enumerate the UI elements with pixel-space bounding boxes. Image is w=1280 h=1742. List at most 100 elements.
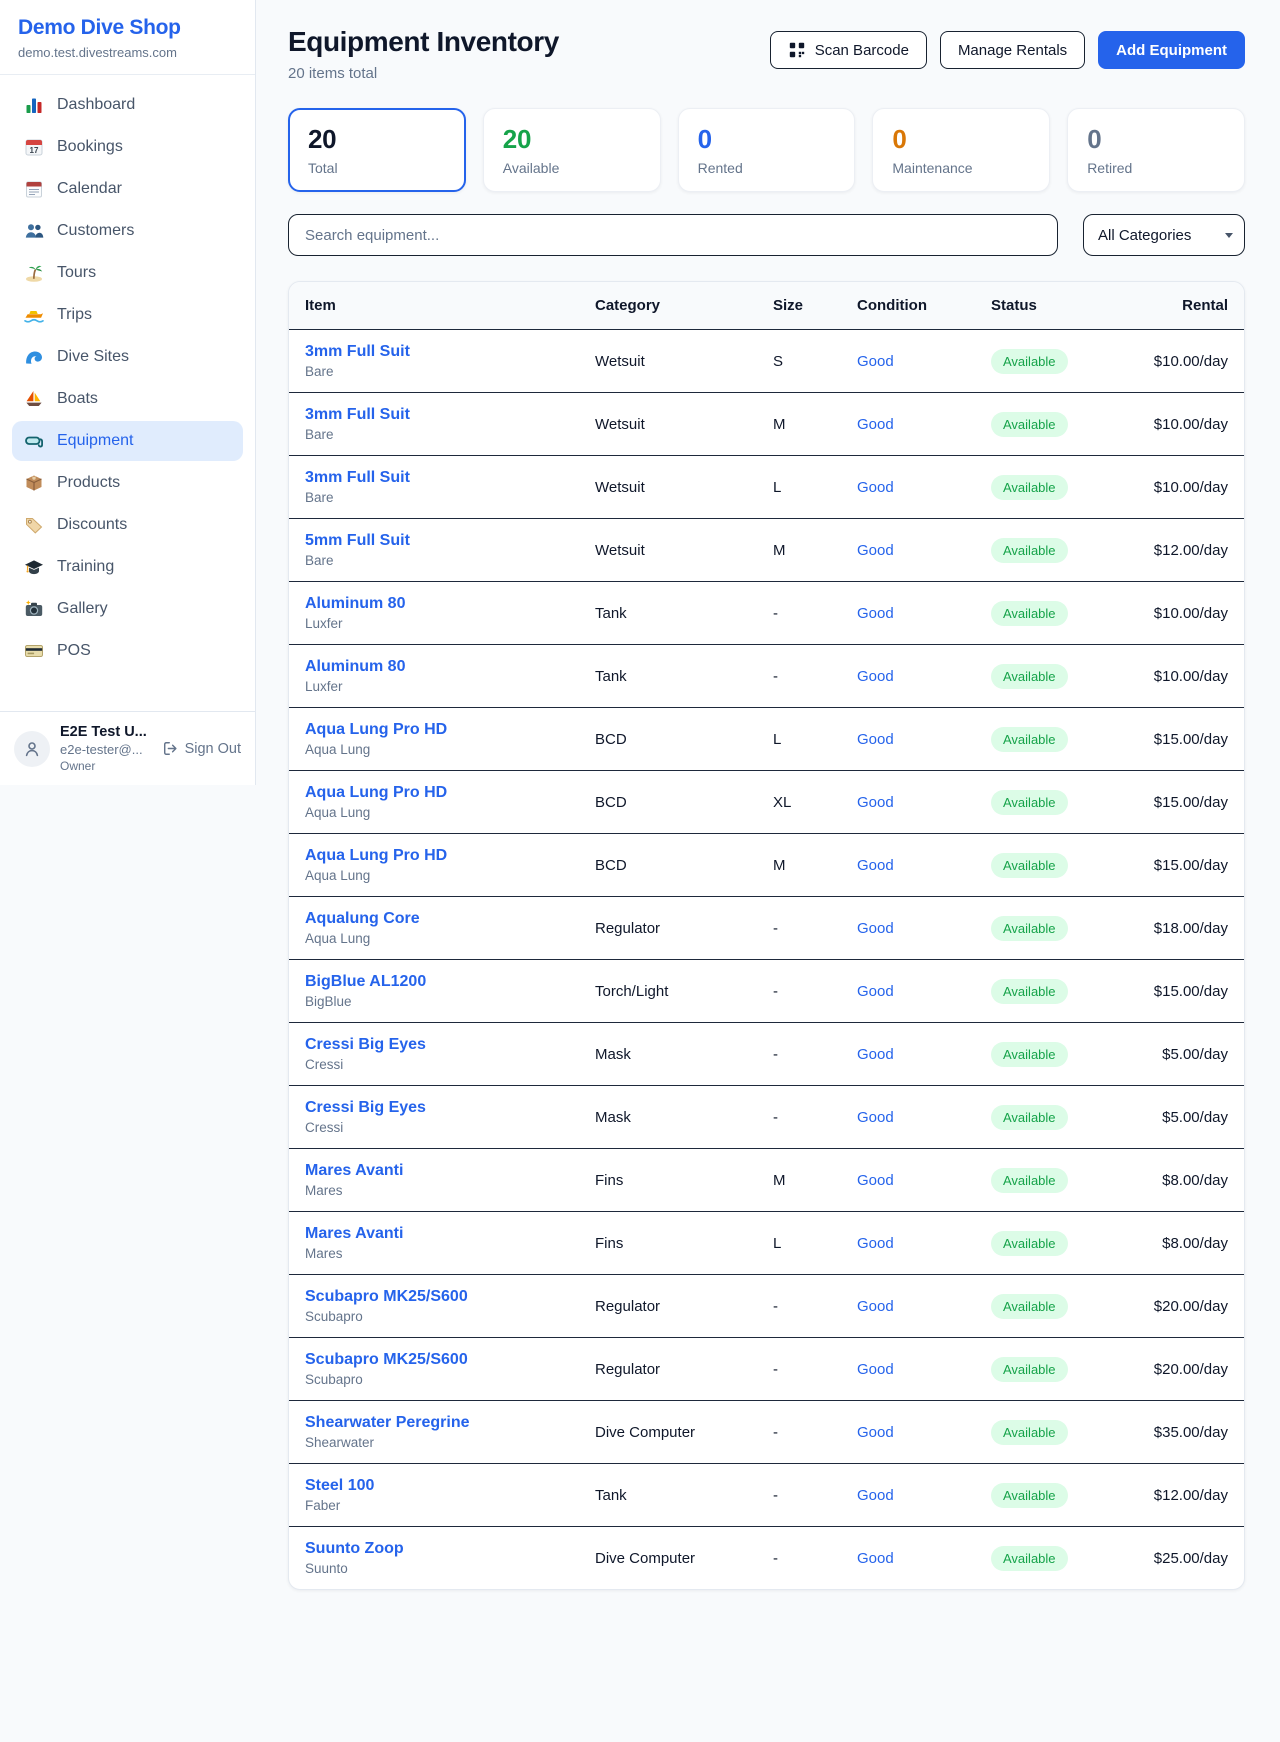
condition-link[interactable]: Good xyxy=(857,1109,894,1126)
condition-link[interactable]: Good xyxy=(857,416,894,433)
condition-link[interactable]: Good xyxy=(857,1235,894,1252)
item-name-link[interactable]: Suunto Zoop xyxy=(305,1540,571,1558)
equipment-table: Item Category Size Condition Status Rent… xyxy=(289,282,1244,1589)
condition-link[interactable]: Good xyxy=(857,1046,894,1063)
item-name-link[interactable]: Aqualung Core xyxy=(305,910,571,928)
condition-link[interactable]: Good xyxy=(857,1424,894,1441)
item-brand: Scubapro xyxy=(305,1309,571,1324)
status-badge: Available xyxy=(991,601,1068,626)
condition-link[interactable]: Good xyxy=(857,668,894,685)
item-size: - xyxy=(761,1086,845,1149)
item-name-link[interactable]: Aluminum 80 xyxy=(305,595,571,613)
sign-out-button[interactable]: Sign Out xyxy=(162,740,241,757)
table-row: Aqualung Core Aqua Lung Regulator - Good… xyxy=(289,897,1244,960)
sidebar-item-bookings[interactable]: 17 Bookings xyxy=(12,127,243,167)
column-header-category: Category xyxy=(583,282,761,330)
item-name-link[interactable]: Scubapro MK25/S600 xyxy=(305,1288,571,1306)
stat-card-maintenance[interactable]: 0 Maintenance xyxy=(872,108,1050,192)
item-brand: Aqua Lung xyxy=(305,931,571,946)
status-badge: Available xyxy=(991,1420,1068,1445)
condition-link[interactable]: Good xyxy=(857,1361,894,1378)
sidebar-item-tours[interactable]: Tours xyxy=(12,253,243,293)
table-row: Scubapro MK25/S600 Scubapro Regulator - … xyxy=(289,1338,1244,1401)
stat-card-available[interactable]: 20 Available xyxy=(483,108,661,192)
sidebar-item-gallery[interactable]: Gallery xyxy=(12,589,243,629)
sidebar-item-customers[interactable]: Customers xyxy=(12,211,243,251)
condition-link[interactable]: Good xyxy=(857,857,894,874)
search-input[interactable] xyxy=(288,214,1058,256)
item-name-link[interactable]: 3mm Full Suit xyxy=(305,343,571,361)
sidebar-item-label: Tours xyxy=(57,264,96,282)
item-size: M xyxy=(761,519,845,582)
status-badge: Available xyxy=(991,1357,1068,1382)
condition-link[interactable]: Good xyxy=(857,1172,894,1189)
item-name-link[interactable]: BigBlue AL1200 xyxy=(305,973,571,991)
rental-price: $20.00/day xyxy=(1137,1338,1244,1401)
table-row: 5mm Full Suit Bare Wetsuit M Good Availa… xyxy=(289,519,1244,582)
condition-link[interactable]: Good xyxy=(857,605,894,622)
sidebar-item-products[interactable]: Products xyxy=(12,463,243,503)
item-category: Tank xyxy=(583,645,761,708)
table-row: Aqua Lung Pro HD Aqua Lung BCD M Good Av… xyxy=(289,834,1244,897)
brand-title[interactable]: Demo Dive Shop xyxy=(18,16,237,40)
stat-value: 20 xyxy=(503,124,641,155)
sidebar-item-training[interactable]: Training xyxy=(12,547,243,587)
condition-link[interactable]: Good xyxy=(857,1298,894,1315)
condition-link[interactable]: Good xyxy=(857,353,894,370)
condition-link[interactable]: Good xyxy=(857,479,894,496)
condition-link[interactable]: Good xyxy=(857,794,894,811)
item-name-link[interactable]: Mares Avanti xyxy=(305,1225,571,1243)
item-name-link[interactable]: Cressi Big Eyes xyxy=(305,1036,571,1054)
sidebar-item-label: POS xyxy=(57,642,91,660)
item-size: - xyxy=(761,1464,845,1527)
category-select[interactable]: All Categories xyxy=(1083,214,1245,256)
sidebar-item-label: Calendar xyxy=(57,180,122,198)
item-name-link[interactable]: Steel 100 xyxy=(305,1477,571,1495)
table-row: 3mm Full Suit Bare Wetsuit S Good Availa… xyxy=(289,330,1244,393)
item-size: L xyxy=(761,708,845,771)
condition-link[interactable]: Good xyxy=(857,542,894,559)
sidebar-item-label: Gallery xyxy=(57,600,108,618)
condition-link[interactable]: Good xyxy=(857,1487,894,1504)
item-name-link[interactable]: 3mm Full Suit xyxy=(305,406,571,424)
item-brand: Bare xyxy=(305,364,571,379)
sidebar-item-trips[interactable]: Trips xyxy=(12,295,243,335)
item-name-link[interactable]: Aqua Lung Pro HD xyxy=(305,784,571,802)
manage-rentals-button[interactable]: Manage Rentals xyxy=(940,31,1085,69)
stat-card-retired[interactable]: 0 Retired xyxy=(1067,108,1245,192)
table-row: Shearwater Peregrine Shearwater Dive Com… xyxy=(289,1401,1244,1464)
equipment-table-card: Item Category Size Condition Status Rent… xyxy=(288,281,1245,1590)
item-name-link[interactable]: 5mm Full Suit xyxy=(305,532,571,550)
item-name-link[interactable]: Shearwater Peregrine xyxy=(305,1414,571,1432)
item-name-link[interactable]: 3mm Full Suit xyxy=(305,469,571,487)
condition-link[interactable]: Good xyxy=(857,983,894,1000)
condition-link[interactable]: Good xyxy=(857,920,894,937)
add-equipment-button[interactable]: Add Equipment xyxy=(1098,31,1245,69)
sidebar-item-dive-sites[interactable]: Dive Sites xyxy=(12,337,243,377)
scan-barcode-button[interactable]: Scan Barcode xyxy=(770,31,927,69)
item-name-link[interactable]: Aqua Lung Pro HD xyxy=(305,847,571,865)
sidebar-item-dashboard[interactable]: Dashboard xyxy=(12,85,243,125)
item-name-link[interactable]: Mares Avanti xyxy=(305,1162,571,1180)
item-name-link[interactable]: Scubapro MK25/S600 xyxy=(305,1351,571,1369)
sidebar-item-discounts[interactable]: Discounts xyxy=(12,505,243,545)
stat-card-total[interactable]: 20 Total xyxy=(288,108,466,192)
sidebar-item-pos[interactable]: POS xyxy=(12,631,243,671)
credit-card-icon xyxy=(24,641,44,661)
table-row: Aqua Lung Pro HD Aqua Lung BCD XL Good A… xyxy=(289,771,1244,834)
table-row: Mares Avanti Mares Fins M Good Available… xyxy=(289,1149,1244,1212)
item-name-link[interactable]: Cressi Big Eyes xyxy=(305,1099,571,1117)
condition-link[interactable]: Good xyxy=(857,731,894,748)
sidebar-item-label: Products xyxy=(57,474,120,492)
item-size: - xyxy=(761,1527,845,1590)
item-name-link[interactable]: Aqua Lung Pro HD xyxy=(305,721,571,739)
condition-link[interactable]: Good xyxy=(857,1550,894,1567)
item-brand: Bare xyxy=(305,427,571,442)
table-row: Suunto Zoop Suunto Dive Computer - Good … xyxy=(289,1527,1244,1590)
bookings-calendar-icon: 17 xyxy=(24,137,44,157)
sidebar-item-equipment[interactable]: Equipment xyxy=(12,421,243,461)
item-name-link[interactable]: Aluminum 80 xyxy=(305,658,571,676)
stat-card-rented[interactable]: 0 Rented xyxy=(678,108,856,192)
sidebar-item-calendar[interactable]: Calendar xyxy=(12,169,243,209)
sidebar-item-boats[interactable]: Boats xyxy=(12,379,243,419)
